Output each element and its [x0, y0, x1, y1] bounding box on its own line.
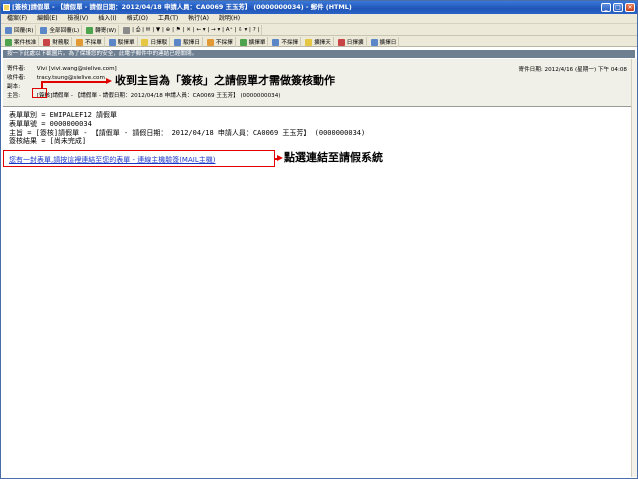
cc-row: 副本: [7, 84, 21, 90]
approval-action-11[interactable]: 日擇擴 [336, 37, 367, 47]
action-icon [108, 38, 116, 46]
message-body: 表單單別 = EWIPALEF12 請假單 表單單號 = 0000000034 … [9, 111, 365, 146]
action-icon [206, 38, 214, 46]
action-icon [305, 38, 313, 46]
body-line-form-type: 表單單別 = EWIPALEF12 請假單 [9, 111, 118, 119]
approval-action-1[interactable]: 案件核准 [3, 37, 40, 47]
reply-icon [5, 26, 12, 34]
reply-all-icon [40, 26, 48, 34]
action-icon [370, 38, 378, 46]
vertical-scrollbar[interactable] [631, 59, 637, 477]
subject-annotation: 收到主旨為「簽核」之請假單才需做簽核動作 [115, 74, 335, 87]
subject-row: 主旨: [簽核]請假單 - 【請假單 - 請假日期：2012/04/18 申請人… [7, 93, 281, 99]
action-icon [239, 38, 247, 46]
sent-date: 寄件日期: 2012/4/16 (星期一) 下午 04:08 [518, 67, 627, 73]
minimize-button[interactable]: _ [601, 3, 611, 12]
action-icon [141, 38, 149, 46]
menu-file[interactable]: 檔案(F) [3, 14, 31, 24]
menu-tools[interactable]: 工具(T) [154, 14, 182, 24]
action-icon [76, 38, 84, 46]
close-button[interactable]: ✕ [625, 3, 635, 12]
menu-actions[interactable]: 執行(A) [184, 14, 213, 24]
security-infobar[interactable]: 按一下此處以下載圖片。為了保護您的安全，此電子郵件中的連結已經關閉。 [3, 50, 635, 58]
title-bar: [簽核]請假單 - 【請假單 - 請假日期：2012/04/18 申請人員：CA… [1, 1, 637, 14]
approval-action-12[interactable]: 擴擇日 [369, 37, 400, 47]
from-row: 寄件者: Vivi [vivi.wang@sielive.com] [7, 66, 117, 72]
menu-insert[interactable]: 插入(I) [94, 14, 120, 24]
mail-window: [簽核]請假單 - 【請假單 - 請假日期：2012/04/18 申請人員：CA… [0, 0, 638, 479]
approval-action-10[interactable]: 擴擇天 [303, 37, 334, 47]
menu-bar: 檔案(F) 編輯(E) 檢視(V) 插入(I) 格式(O) 工具(T) 執行(A… [1, 14, 637, 24]
forward-button[interactable]: 轉寄(W) [84, 25, 120, 35]
subject-highlight-box [32, 88, 47, 98]
reply-all-button[interactable]: 全部回覆(L) [38, 25, 83, 35]
reply-button[interactable]: 回覆(R) [3, 25, 37, 35]
subject-arrow-line [41, 81, 107, 83]
action-icon [272, 38, 280, 46]
menu-edit[interactable]: 編輯(E) [33, 14, 61, 24]
menu-format[interactable]: 格式(O) [123, 14, 152, 24]
subject-value: [簽核]請假單 - 【請假單 - 請假日期：2012/04/18 申請人員：CA… [36, 93, 281, 99]
approval-action-8[interactable]: 擴擇單 [238, 37, 269, 47]
approval-action-5[interactable]: 日擇駁 [139, 37, 171, 47]
action-icon [174, 38, 182, 46]
menu-help[interactable]: 說明(H) [215, 14, 244, 24]
approval-action-7[interactable]: 不採擇 [205, 37, 236, 47]
action-icon [337, 38, 345, 46]
from-value[interactable]: Vivi [vivi.wang@sielive.com] [37, 66, 117, 72]
approval-action-4[interactable]: 駁擇單 [107, 37, 138, 47]
approve-icon [5, 38, 12, 46]
approval-action-3[interactable]: 不採單 [74, 37, 105, 47]
menu-view[interactable]: 檢視(V) [63, 14, 92, 24]
maximize-button[interactable]: □ [613, 3, 623, 12]
approval-toolbar: 案件核准 財務駁 不採單 駁擇單 日擇駁 駁擇日 不採擇 擴擇單 不採擇 擴擇天… [1, 36, 637, 47]
form-link[interactable]: 您有一封表單,請按這裡連結至您的表單 - 連線主機驗簽(MAIL主機) [9, 155, 215, 165]
body-line-result: 簽核結果 = [尚未完成] [9, 137, 87, 146]
link-annotation: 點選連結至請假系統 [284, 151, 383, 164]
subject-arrow-head [106, 77, 112, 84]
standard-toolbar: 回覆(R) 全部回覆(L) 轉寄(W) | ⎙ | ✉ | ▼ | ⊕ | ⚑ … [1, 24, 637, 36]
reject-icon [43, 38, 51, 46]
forward-icon [86, 26, 94, 34]
toolbar-tools-strip[interactable]: | ⎙ | ✉ | ▼ | ⊕ | ⚑ | ✕ | ← ▾ | → ▾ | A⁺… [121, 25, 263, 35]
approval-action-2[interactable]: 財務駁 [41, 37, 73, 47]
window-title: [簽核]請假單 - 【請假單 - 請假日期：2012/04/18 申請人員：CA… [12, 3, 352, 11]
to-row: 收件者: tracy.tsung@sielive.com [7, 75, 105, 81]
body-line-form-number: 表單單號 = 0000000034 [9, 119, 92, 128]
mail-app-icon [3, 4, 10, 11]
approval-action-6[interactable]: 駁擇日 [172, 37, 203, 47]
link-arrow-head [277, 154, 283, 161]
print-icon [123, 26, 131, 34]
approval-action-9[interactable]: 不採擇 [270, 37, 302, 47]
